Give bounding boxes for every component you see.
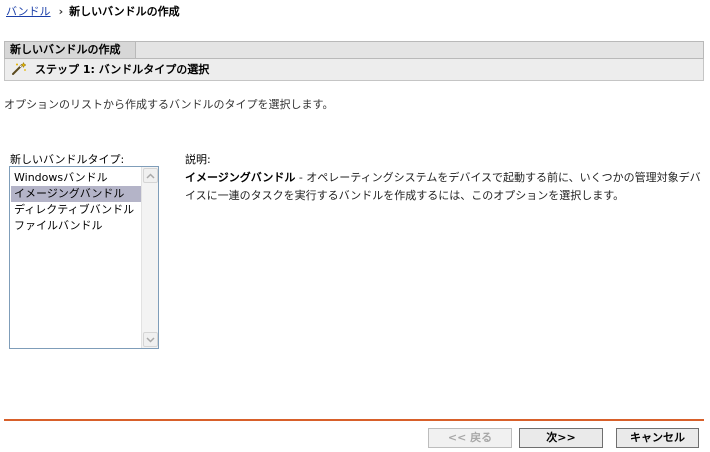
description-term: イメージングバンドル xyxy=(185,171,296,184)
cancel-button[interactable]: キャンセル xyxy=(616,428,699,448)
scroll-up-button[interactable] xyxy=(143,168,158,183)
bundle-type-listbox[interactable]: Windowsバンドル イメージングバンドル ディレクティブバンドル ファイルバ… xyxy=(9,166,159,349)
bundle-type-items: Windowsバンドル イメージングバンドル ディレクティブバンドル ファイルバ… xyxy=(11,170,142,234)
list-item-directive-bundle[interactable]: ディレクティブバンドル xyxy=(11,202,142,218)
breadcrumb-separator: › xyxy=(58,5,64,18)
breadcrumb: バンドル › 新しいバンドルの作成 xyxy=(6,4,180,20)
breadcrumb-current: 新しいバンドルの作成 xyxy=(69,5,180,18)
next-button[interactable]: 次>> xyxy=(519,428,603,448)
list-item-imaging-bundle[interactable]: イメージングバンドル xyxy=(11,186,142,202)
description-label: 説明: xyxy=(185,153,211,166)
scroll-down-button[interactable] xyxy=(143,332,158,347)
step-label: ステップ 1: バンドルタイプの選択 xyxy=(35,63,210,76)
wizard-title-bar: 新しいバンドルの作成 xyxy=(4,41,704,59)
chevron-down-icon xyxy=(146,336,155,343)
wand-icon xyxy=(11,61,27,76)
instructions-text: オプションのリストから作成するバンドルのタイプを選択します。 xyxy=(4,98,334,111)
list-item-windows-bundle[interactable]: Windowsバンドル xyxy=(11,170,142,186)
back-button[interactable]: << 戻る xyxy=(428,428,512,448)
chevron-up-icon xyxy=(146,172,155,179)
step-header: ステップ 1: バンドルタイプの選択 xyxy=(4,59,704,81)
list-item-file-bundle[interactable]: ファイルバンドル xyxy=(11,218,142,234)
wizard-title: 新しいバンドルの作成 xyxy=(5,42,136,58)
bundle-type-label: 新しいバンドルタイプ: xyxy=(10,153,125,166)
footer-divider xyxy=(4,419,704,421)
list-scrollbar[interactable] xyxy=(141,167,158,348)
description-text: イメージングバンドル - オペレーティングシステムをデバイスで起動する前に、いく… xyxy=(185,169,703,205)
breadcrumb-link-bundles[interactable]: バンドル xyxy=(6,5,51,18)
